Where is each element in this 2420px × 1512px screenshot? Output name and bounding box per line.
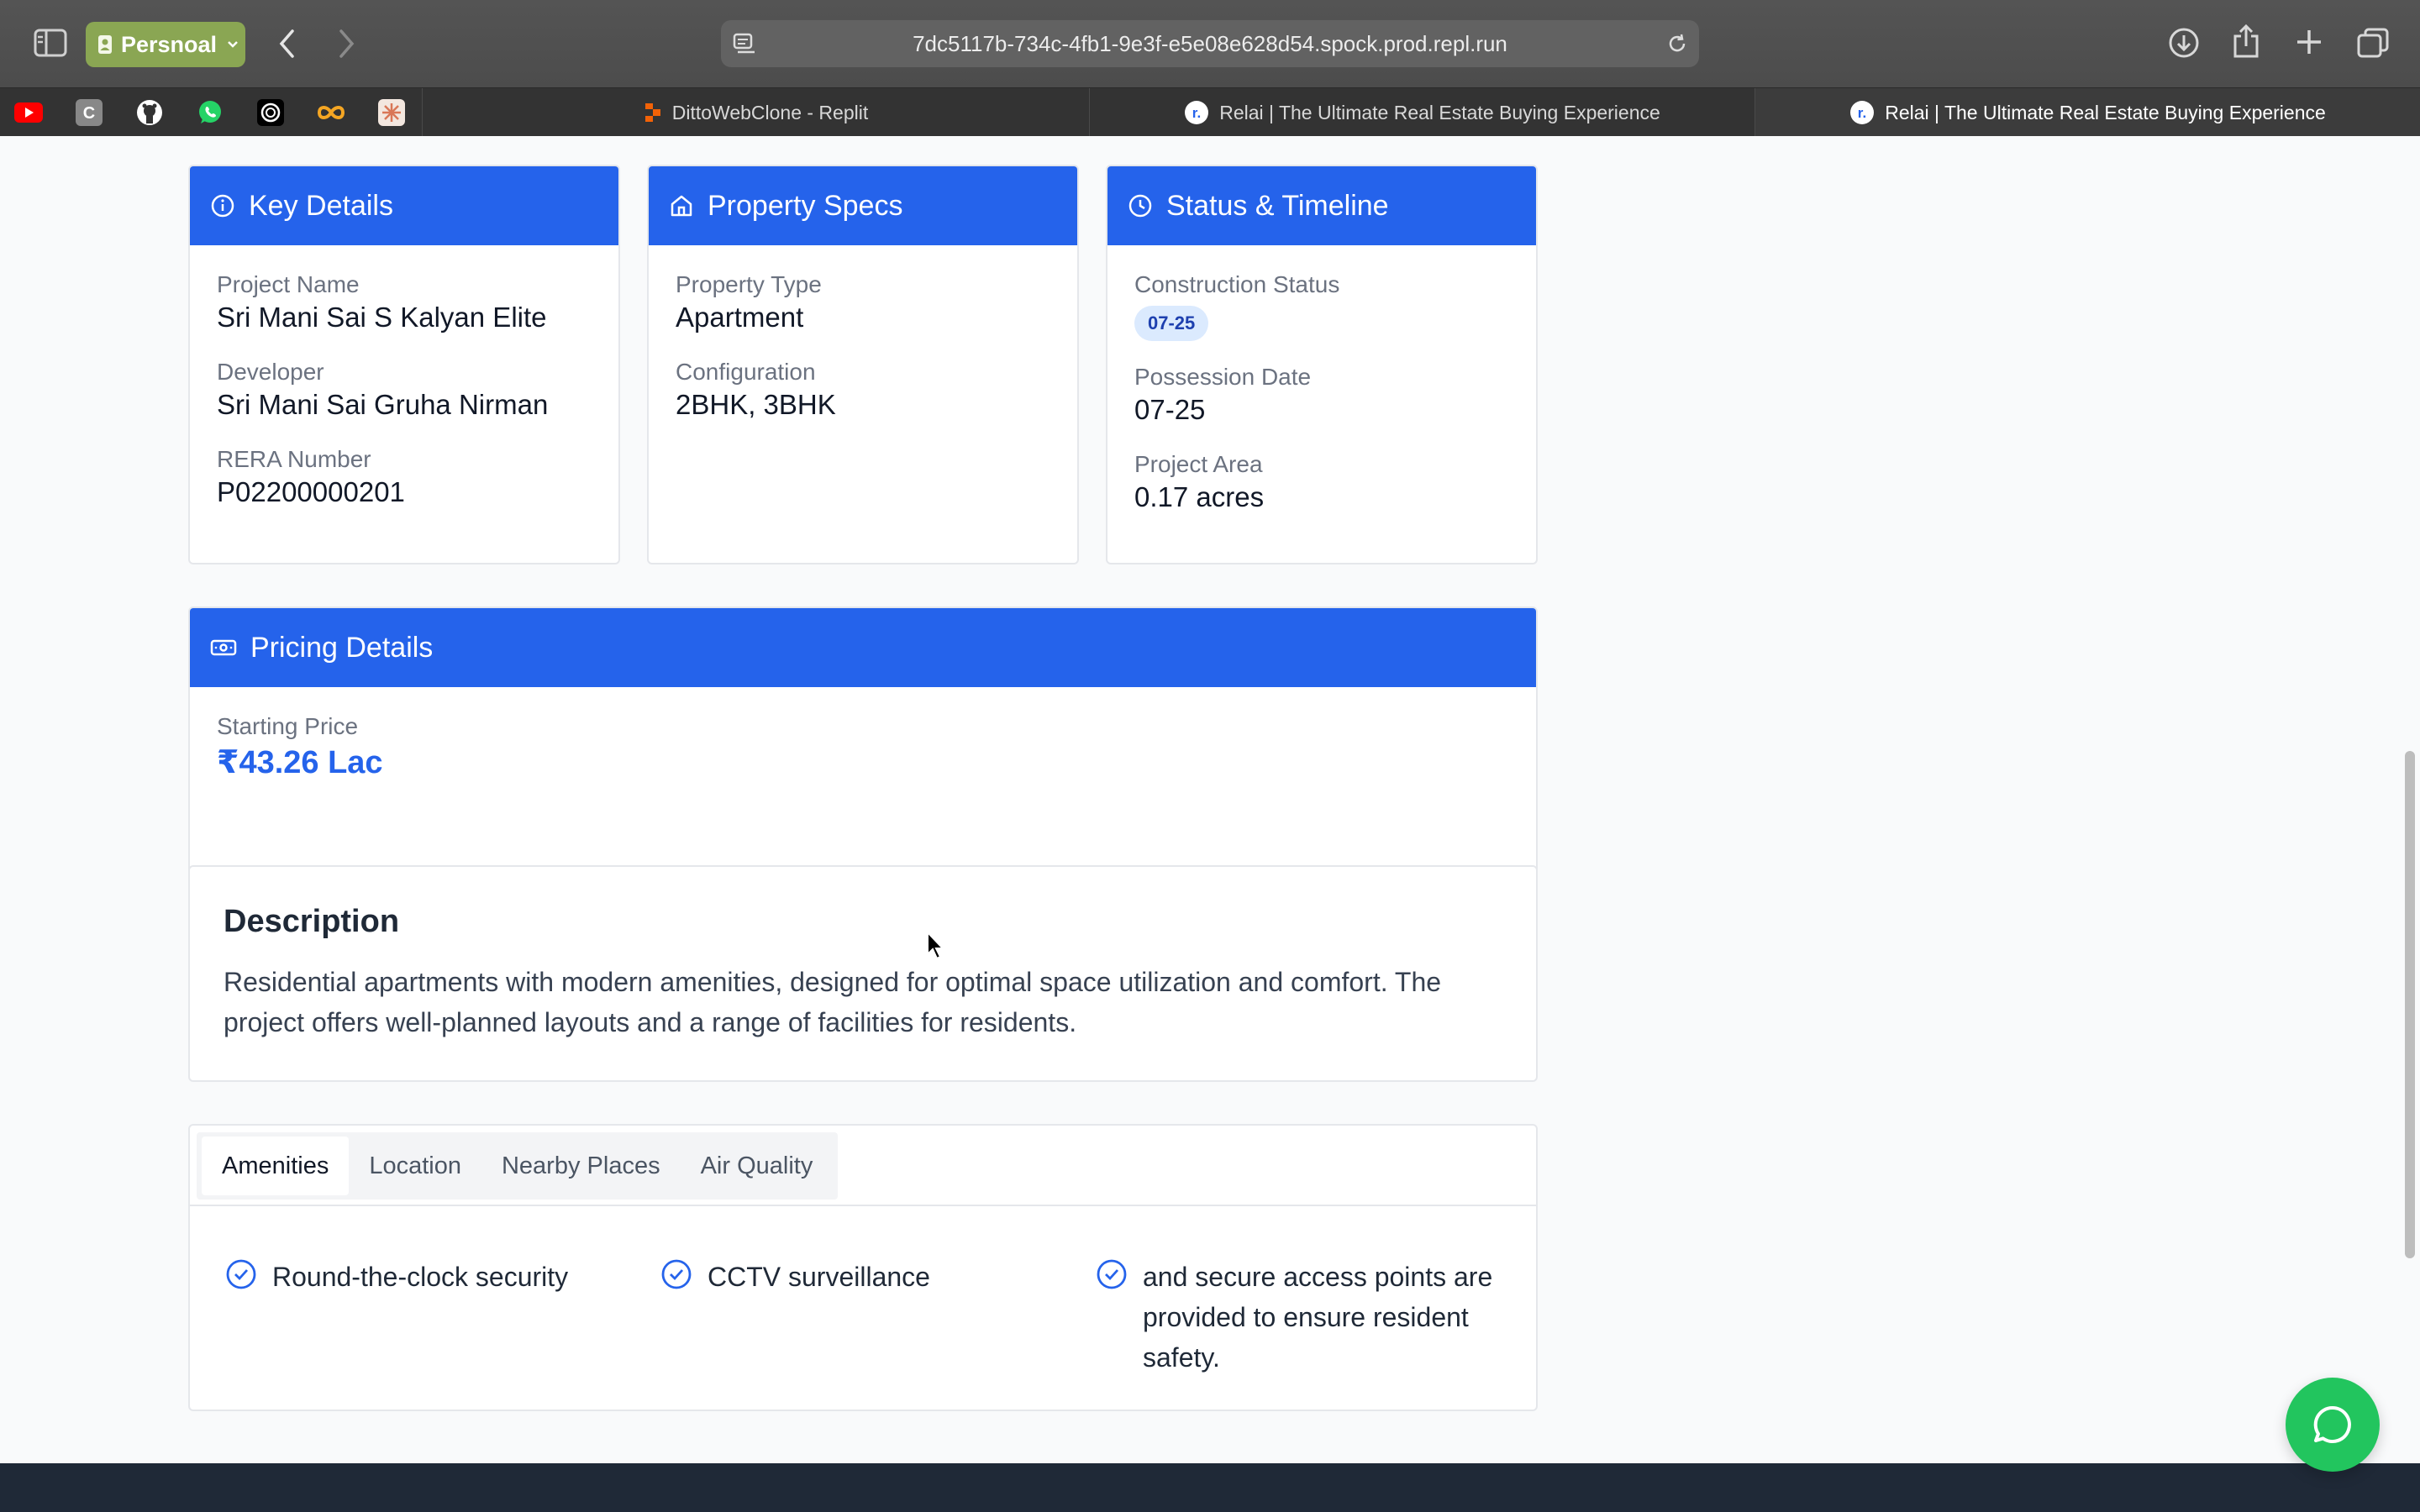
construction-status-badge: 07-25 bbox=[1134, 306, 1209, 341]
address-bar[interactable]: 7dc5117b-734c-4fb1-9e3f-e5e08e628d54.spo… bbox=[721, 20, 1699, 67]
github-icon[interactable] bbox=[134, 97, 165, 128]
amenity-label: CCTV surveillance bbox=[708, 1262, 930, 1292]
key-details-title: Key Details bbox=[249, 189, 393, 222]
pricing-title: Pricing Details bbox=[250, 631, 434, 664]
home-icon bbox=[669, 193, 694, 218]
claude-icon[interactable] bbox=[376, 97, 407, 128]
tab-dittowebclone[interactable]: DittoWebClone - Replit bbox=[422, 88, 1089, 137]
info-tabs-list: Amenities Location Nearby Places Air Qua… bbox=[197, 1132, 839, 1200]
starting-price-label: Starting Price bbox=[217, 713, 359, 739]
status-timeline-title: Status & Timeline bbox=[1166, 189, 1389, 222]
pricing-header: Pricing Details bbox=[190, 608, 1536, 687]
starting-price-value: ₹43.26 Lac bbox=[217, 745, 383, 780]
chat-bubble-icon bbox=[2309, 1401, 2356, 1448]
chatgpt-icon[interactable] bbox=[255, 97, 286, 128]
configuration-label: Configuration bbox=[676, 359, 816, 385]
tab-location[interactable]: Location bbox=[349, 1137, 481, 1195]
description-text: Residential apartments with modern ameni… bbox=[224, 967, 1442, 1037]
description-card: Description Residential apartments with … bbox=[188, 865, 1538, 1082]
new-tab-icon[interactable] bbox=[2294, 27, 2324, 57]
site-settings-icon[interactable] bbox=[733, 32, 756, 55]
info-icon bbox=[210, 193, 235, 218]
check-circle-icon bbox=[225, 1258, 257, 1290]
developer-label: Developer bbox=[217, 359, 324, 385]
amenity-label: and secure access points are provided to… bbox=[1143, 1262, 1493, 1373]
tab-relai-2[interactable]: r. Relai | The Ultimate Real Estate Buyi… bbox=[1754, 88, 2420, 137]
url-text: 7dc5117b-734c-4fb1-9e3f-e5e08e628d54.spo… bbox=[913, 30, 1507, 56]
property-type-value: Apartment bbox=[676, 302, 804, 333]
key-details-card: Key Details Project Name Sri Mani Sai S … bbox=[188, 165, 620, 564]
relai-icon: r. bbox=[1184, 100, 1209, 125]
sidebar-toggle-icon[interactable] bbox=[34, 29, 67, 57]
property-specs-title: Property Specs bbox=[708, 189, 903, 222]
banknote-icon bbox=[210, 638, 237, 658]
tab-air-quality[interactable]: Air Quality bbox=[681, 1137, 834, 1195]
page-scrollbar[interactable] bbox=[2398, 136, 2420, 1512]
construction-status-label: Construction Status bbox=[1134, 271, 1340, 297]
profile-label: Persnoal bbox=[121, 31, 218, 57]
developer-value: Sri Mani Sai Gruha Nirman bbox=[217, 389, 549, 420]
status-timeline-header: Status & Timeline bbox=[1107, 166, 1536, 245]
tab-label: Relai | The Ultimate Real Estate Buying … bbox=[1219, 101, 1660, 123]
tab-relai-1[interactable]: r. Relai | The Ultimate Real Estate Buyi… bbox=[1089, 88, 1754, 137]
project-name-value: Sri Mani Sai S Kalyan Elite bbox=[217, 302, 547, 333]
possession-date-value: 07-25 bbox=[1134, 394, 1206, 425]
svg-text:C: C bbox=[83, 104, 95, 123]
possession-date-label: Possession Date bbox=[1134, 364, 1312, 390]
c-icon[interactable]: C bbox=[74, 97, 104, 128]
chevron-down-icon bbox=[227, 40, 239, 49]
amenity-item: Round-the-clock security bbox=[225, 1257, 612, 1297]
mouse-cursor-icon bbox=[926, 931, 946, 961]
property-type-label: Property Type bbox=[676, 271, 822, 297]
whatsapp-icon[interactable] bbox=[195, 97, 225, 128]
amenity-item: and secure access points are provided to… bbox=[1096, 1257, 1516, 1378]
project-name-label: Project Name bbox=[217, 271, 360, 297]
clock-icon bbox=[1128, 193, 1153, 218]
tab-label: Relai | The Ultimate Real Estate Buying … bbox=[1885, 101, 2326, 123]
browser-toolbar: Persnoal 7dc5117b-734c-4fb1-9e3f-e5e08e6… bbox=[0, 0, 2420, 87]
page-viewport: Key Details Project Name Sri Mani Sai S … bbox=[0, 136, 2420, 1512]
person-icon bbox=[97, 34, 113, 55]
property-specs-header: Property Specs bbox=[649, 166, 1077, 245]
page-footer bbox=[0, 1463, 2420, 1512]
reload-icon[interactable] bbox=[1665, 32, 1689, 55]
project-area-value: 0.17 acres bbox=[1134, 481, 1265, 512]
tab-nearby-places[interactable]: Nearby Places bbox=[481, 1137, 681, 1195]
rera-label: RERA Number bbox=[217, 446, 371, 472]
youtube-icon[interactable] bbox=[13, 97, 44, 128]
forward-icon[interactable] bbox=[338, 29, 356, 59]
profile-button[interactable]: Persnoal bbox=[86, 22, 245, 67]
back-icon[interactable] bbox=[277, 29, 296, 59]
tab-overview-icon[interactable] bbox=[2356, 27, 2390, 59]
rera-value: P02200000201 bbox=[217, 476, 405, 507]
check-circle-icon bbox=[660, 1258, 692, 1290]
status-timeline-card: Status & Timeline Construction Status 07… bbox=[1106, 165, 1538, 564]
info-tabs-card: Amenities Location Nearby Places Air Qua… bbox=[188, 1124, 1538, 1411]
svg-text:r.: r. bbox=[1192, 105, 1201, 121]
project-area-label: Project Area bbox=[1134, 451, 1263, 477]
scrollbar-thumb[interactable] bbox=[2405, 751, 2415, 1258]
check-circle-icon bbox=[1096, 1258, 1128, 1290]
infinity-icon[interactable] bbox=[316, 97, 346, 128]
downloads-icon[interactable] bbox=[2168, 27, 2200, 59]
amenity-label: Round-the-clock security bbox=[272, 1262, 569, 1292]
chat-button[interactable] bbox=[2286, 1378, 2380, 1472]
share-icon[interactable] bbox=[2232, 24, 2260, 59]
tab-label: DittoWebClone - Replit bbox=[671, 101, 869, 123]
relai-icon: r. bbox=[1849, 100, 1875, 125]
key-details-header: Key Details bbox=[190, 166, 618, 245]
replit-icon bbox=[644, 102, 662, 123]
tab-bar: C DittoWebClone - Replit r. Relai | The … bbox=[0, 87, 2420, 137]
description-title: Description bbox=[224, 904, 400, 939]
svg-text:r.: r. bbox=[1858, 105, 1866, 121]
amenity-item: CCTV surveillance bbox=[660, 1257, 1047, 1297]
tab-amenities[interactable]: Amenities bbox=[202, 1137, 350, 1195]
property-specs-card: Property Specs Property Type Apartment C… bbox=[647, 165, 1079, 564]
info-tabs-strip: Amenities Location Nearby Places Air Qua… bbox=[190, 1126, 1536, 1206]
configuration-value: 2BHK, 3BHK bbox=[676, 389, 836, 420]
